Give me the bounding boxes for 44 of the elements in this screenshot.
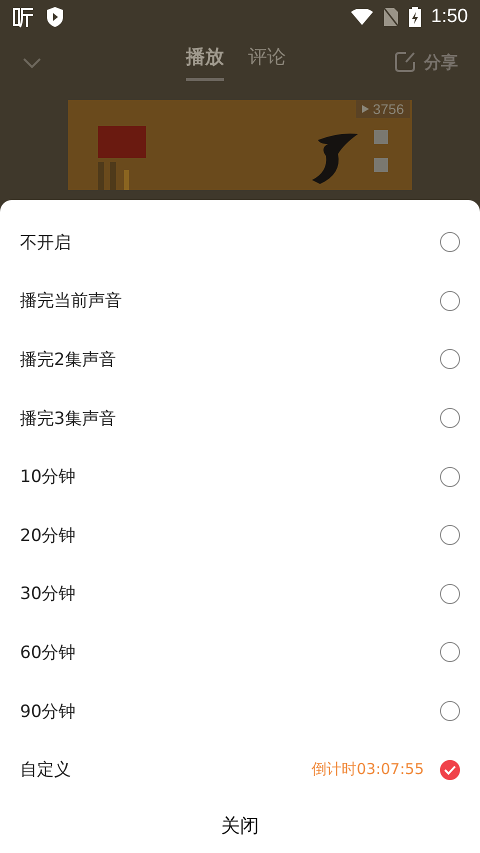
option-label: 播完当前声音 [20,290,122,312]
timer-option[interactable]: 播完2集声音 [0,330,480,389]
timer-option[interactable]: 播完当前声音 [0,272,480,330]
timer-option[interactable]: 10分钟 [0,447,480,506]
share-icon [394,51,416,73]
timer-option[interactable]: 30分钟 [0,564,480,624]
timer-option[interactable]: 60分钟 [0,623,480,682]
radio-button[interactable] [440,701,460,722]
chevron-down-icon[interactable] [22,57,42,69]
check-icon [444,764,456,775]
radio-button[interactable] [440,408,460,428]
tab[interactable]: 播放 [186,44,224,81]
radio-button[interactable] [440,349,460,370]
timer-option[interactable]: 90分钟 [0,682,480,740]
option-label: 自定义 [20,759,71,782]
app-logo-icon [12,6,36,28]
option-label: 播完3集声音 [20,408,116,430]
option-label: 不开启 [20,232,71,254]
radio-button[interactable] [440,232,460,252]
timer-option[interactable]: 不开启 [0,213,480,272]
option-label: 60分钟 [20,642,76,664]
timer-option[interactable]: 20分钟 [0,506,480,565]
radio-button[interactable] [440,525,460,546]
option-label: 30分钟 [20,583,76,606]
option-label: 20分钟 [20,524,76,547]
shield-play-icon [46,6,64,28]
radio-button[interactable] [440,584,460,604]
option-label: 10分钟 [20,466,76,488]
radio-button[interactable] [440,290,460,311]
no-sim-icon [383,7,400,27]
countdown-text: 倒计时03:07:55 [312,760,424,780]
play-count-text: 3756 [372,101,404,117]
timer-option[interactable]: 播完3集声音 [0,388,480,448]
timer-option[interactable]: 自定义 倒计时03:07:55 [0,740,480,799]
play-icon [362,105,369,113]
option-label: 播完2集声音 [20,348,116,371]
battery-charging-icon [409,7,422,27]
option-label: 90分钟 [20,700,76,723]
radio-button[interactable] [440,642,460,662]
radio-button[interactable] [440,466,460,487]
checked-radio[interactable] [440,760,460,780]
status-time: 1:50 [431,6,468,28]
close-button[interactable]: 关闭 [213,808,267,843]
wifi-icon [351,9,374,25]
